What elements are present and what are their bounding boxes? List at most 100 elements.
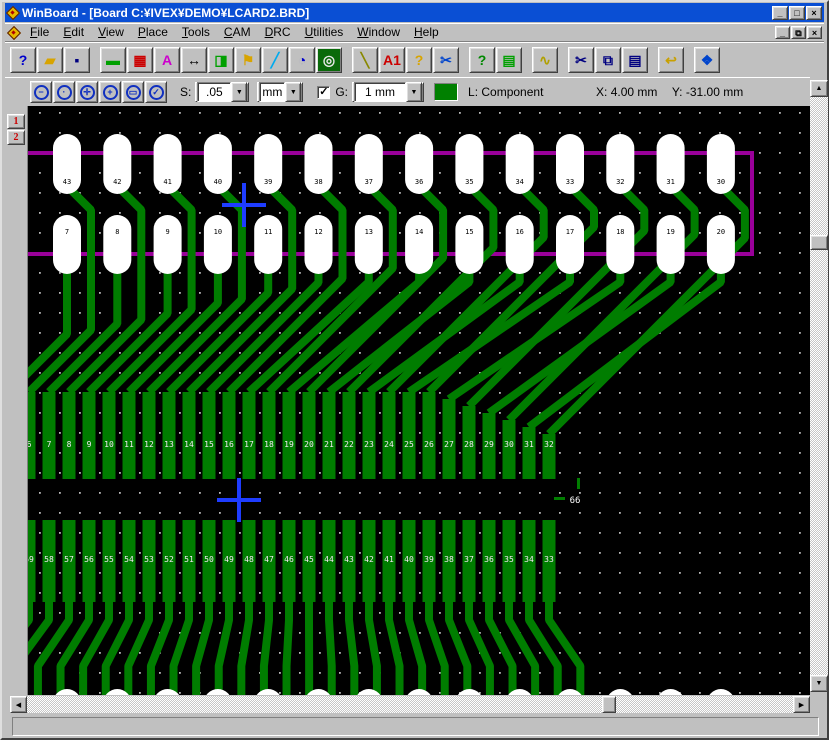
grid-combo[interactable]: 1 mm ▼ bbox=[352, 82, 424, 102]
bus-trace[interactable] bbox=[303, 392, 316, 479]
app-icon[interactable] bbox=[7, 7, 18, 18]
bus-trace[interactable] bbox=[203, 392, 216, 479]
bus-trace[interactable] bbox=[283, 392, 296, 479]
toolbar-query-component-button[interactable]: ? bbox=[469, 47, 495, 73]
pad-second-row[interactable] bbox=[606, 215, 634, 274]
pad-second-row[interactable] bbox=[254, 215, 282, 274]
vertical-scroll-thumb[interactable] bbox=[810, 235, 828, 250]
pad-second-row[interactable] bbox=[657, 215, 685, 274]
layer-tab-2[interactable]: 2 bbox=[7, 130, 25, 145]
toolbar-display-colors-button[interactable]: ❖ bbox=[694, 47, 720, 73]
active-layer-swatch[interactable] bbox=[434, 83, 458, 101]
grid-checkbox[interactable]: ✓ bbox=[317, 86, 330, 99]
toolbar-help-button[interactable]: ? bbox=[10, 47, 36, 73]
pad-second-row[interactable] bbox=[53, 215, 81, 274]
document-icon[interactable] bbox=[8, 27, 19, 38]
bus-trace[interactable] bbox=[423, 392, 436, 479]
bus-trace[interactable] bbox=[263, 392, 276, 479]
bus-trace[interactable] bbox=[403, 392, 416, 479]
bus-trace[interactable] bbox=[363, 392, 376, 479]
toolbar-query-net-button[interactable]: ? bbox=[406, 47, 432, 73]
pad-second-row[interactable] bbox=[556, 215, 584, 274]
menu-utilities[interactable]: Utilities bbox=[298, 24, 351, 40]
horizontal-scrollbar[interactable]: ◀ ▶ bbox=[10, 696, 810, 713]
close-button[interactable]: × bbox=[806, 6, 822, 20]
pad-second-row[interactable] bbox=[103, 215, 131, 274]
pad-second-row[interactable] bbox=[355, 215, 383, 274]
bus-trace[interactable] bbox=[183, 392, 196, 479]
snap-combo[interactable]: .05 ▼ bbox=[195, 82, 249, 102]
bus-trace[interactable] bbox=[323, 392, 336, 479]
menu-edit[interactable]: Edit bbox=[56, 24, 91, 40]
trace[interactable] bbox=[329, 596, 332, 695]
grid-dropdown-button[interactable]: ▼ bbox=[406, 82, 422, 102]
bus-trace[interactable] bbox=[123, 392, 136, 479]
scroll-left-button[interactable]: ◀ bbox=[10, 696, 27, 713]
pad-second-row[interactable] bbox=[204, 215, 232, 274]
bus-trace[interactable] bbox=[103, 392, 116, 479]
bus-trace[interactable] bbox=[503, 420, 516, 479]
unit-dropdown-button[interactable]: ▼ bbox=[285, 82, 301, 102]
bus-trace[interactable] bbox=[43, 392, 56, 479]
zoom-in-button[interactable]: + bbox=[99, 81, 121, 103]
toolbar-dimension-button[interactable]: ↔ bbox=[181, 47, 207, 73]
toolbar-via-button[interactable]: ◎ bbox=[316, 47, 342, 73]
layer-tab-1[interactable]: 1 bbox=[7, 114, 25, 129]
unit-combo[interactable]: mm ▼ bbox=[257, 82, 303, 102]
bus-trace[interactable] bbox=[443, 399, 456, 479]
menu-file[interactable]: File bbox=[23, 24, 56, 40]
menu-drc[interactable]: DRC bbox=[258, 24, 298, 40]
zoom-out-button[interactable]: − bbox=[30, 81, 52, 103]
menu-help[interactable]: Help bbox=[407, 24, 446, 40]
toolbar-delete-segment-button[interactable]: ✂ bbox=[433, 47, 459, 73]
minimize-document-button[interactable]: _ bbox=[775, 26, 790, 39]
horizontal-scroll-track[interactable] bbox=[27, 696, 793, 713]
zoom-previous-button[interactable]: · bbox=[53, 81, 75, 103]
bus-trace[interactable] bbox=[163, 392, 176, 479]
pad-second-row[interactable] bbox=[455, 215, 483, 274]
menu-cam[interactable]: CAM bbox=[217, 24, 258, 40]
toolbar-cut-button[interactable]: ✂ bbox=[568, 47, 594, 73]
toolbar-draw-line-button[interactable]: ╲ bbox=[352, 47, 378, 73]
toolbar-rename-button[interactable]: A1 bbox=[379, 47, 405, 73]
close-document-button[interactable]: × bbox=[807, 26, 822, 39]
vertical-scrollbar[interactable]: ▲ ▼ bbox=[810, 80, 828, 692]
bus-trace[interactable] bbox=[63, 392, 76, 479]
toolbar-place-flag-button[interactable]: ⚑ bbox=[235, 47, 261, 73]
zoom-all-button[interactable]: ✓ bbox=[145, 81, 167, 103]
zoom-pan-button[interactable]: ✛ bbox=[76, 81, 98, 103]
zoom-window-button[interactable]: ▭ bbox=[122, 81, 144, 103]
trace[interactable] bbox=[287, 596, 289, 695]
bus-trace[interactable] bbox=[343, 392, 356, 479]
horizontal-scroll-thumb[interactable] bbox=[602, 696, 616, 713]
toolbar-copy-button[interactable]: ⧉ bbox=[595, 47, 621, 73]
toolbar-ratsnest-button[interactable]: ╱ bbox=[262, 47, 288, 73]
pad-second-row[interactable] bbox=[405, 215, 433, 274]
toolbar-arc-button[interactable]: ◔ bbox=[289, 47, 315, 73]
toolbar-layers-button[interactable]: ◨ bbox=[208, 47, 234, 73]
toolbar-edit-polyline-button[interactable]: ∿ bbox=[532, 47, 558, 73]
vertical-scroll-track[interactable] bbox=[810, 97, 828, 675]
toolbar-copper-pour-button[interactable]: ▦ bbox=[127, 47, 153, 73]
bus-trace[interactable] bbox=[523, 427, 536, 479]
toolbar-place-text-button[interactable]: A bbox=[154, 47, 180, 73]
pad-second-row[interactable] bbox=[305, 215, 333, 274]
menu-view[interactable]: View bbox=[91, 24, 131, 40]
bus-trace[interactable] bbox=[383, 392, 396, 479]
toolbar-report-button[interactable]: ▤ bbox=[496, 47, 522, 73]
pad-second-row[interactable] bbox=[154, 215, 182, 274]
toolbar-save-button[interactable]: ▪ bbox=[64, 47, 90, 73]
toolbar-undo-button[interactable]: ↩ bbox=[658, 47, 684, 73]
pad-second-row[interactable] bbox=[707, 215, 735, 274]
bus-trace[interactable] bbox=[83, 392, 96, 479]
bus-trace[interactable] bbox=[243, 392, 256, 479]
toolbar-open-button[interactable]: ▰ bbox=[37, 47, 63, 73]
toolbar-paste-button[interactable]: ▤ bbox=[622, 47, 648, 73]
minimize-button[interactable]: _ bbox=[772, 6, 788, 20]
pad-second-row[interactable] bbox=[506, 215, 534, 274]
toolbar-place-component-button[interactable]: ▬ bbox=[100, 47, 126, 73]
snap-dropdown-button[interactable]: ▼ bbox=[231, 82, 247, 102]
scroll-right-button[interactable]: ▶ bbox=[793, 696, 810, 713]
menu-place[interactable]: Place bbox=[131, 24, 175, 40]
bus-trace[interactable] bbox=[143, 392, 156, 479]
